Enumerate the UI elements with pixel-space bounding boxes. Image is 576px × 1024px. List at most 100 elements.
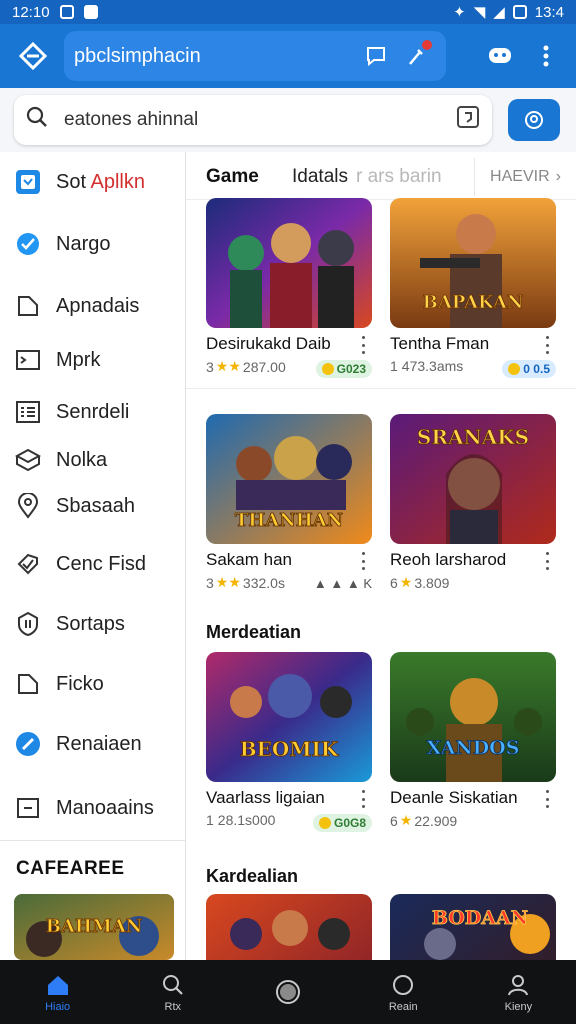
file-icon — [14, 670, 42, 698]
star-icon: ★★ — [215, 358, 241, 374]
game-title: Reoh larsharod — [390, 550, 507, 569]
sidebar-section-title: CAFEAREE — [16, 858, 125, 879]
more-options-icon[interactable] — [358, 336, 368, 354]
mic-icon[interactable] — [396, 36, 436, 76]
game-card[interactable]: Desirukakd Daib 3 ★★ 287.00 G023 — [206, 198, 372, 378]
sidebar-item-mprk[interactable]: Mprk — [0, 336, 185, 384]
sidebar-item-sortaps[interactable]: Sortaps — [0, 600, 185, 648]
terminal-icon — [14, 346, 42, 374]
sidebar-item-apnadais[interactable]: Apnadais — [0, 282, 185, 330]
store-icon — [14, 168, 42, 196]
game-art: BAPAKAN — [390, 198, 556, 328]
sidebar-item-manoaains[interactable]: Manoaains — [0, 784, 185, 832]
sidebar-item-renaiaen[interactable]: Renaiaen — [0, 720, 185, 768]
nav-search[interactable]: Rtx — [115, 960, 230, 1024]
game-art: BODAAN — [390, 894, 556, 960]
sidebar-item-label: Cenc Fisd — [56, 552, 147, 575]
row-divider — [186, 388, 576, 389]
voice-search-button[interactable] — [508, 99, 560, 141]
game-meta: 6 ★ 22.909 — [390, 812, 457, 829]
search-query: eatones ahinnal — [64, 109, 199, 130]
sidebar-item-ficko[interactable]: Ficko — [0, 660, 185, 708]
game-art-text: XANDOS — [427, 737, 520, 759]
sidebar-item-senrdeli[interactable]: Senrdeli — [0, 388, 185, 436]
nav-profile[interactable]: Kieny — [461, 960, 576, 1024]
scan-icon[interactable] — [456, 105, 480, 135]
rating-prefix: 6 — [390, 812, 398, 829]
nav-center[interactable] — [230, 960, 345, 1024]
nav-reain[interactable]: Reain — [346, 960, 461, 1024]
more-options-icon[interactable] — [358, 552, 368, 570]
sidebar-item-label: Mprk — [56, 348, 101, 371]
game-card[interactable] — [206, 894, 372, 960]
coin-icon — [321, 363, 334, 375]
rating-prefix: 3 — [206, 358, 214, 375]
sidebar-item-label: Ficko — [56, 672, 104, 695]
more-options-icon[interactable] — [542, 552, 552, 570]
tab-game[interactable]: Game — [206, 166, 259, 188]
game-art-text: THANHAN — [235, 510, 343, 531]
notification-icon — [59, 5, 74, 19]
sidebar-item-cenc-fisd[interactable]: Cenc Fisd — [0, 540, 185, 588]
sidebar-item-sbasaah[interactable]: Sbasaah — [0, 482, 185, 530]
game-card[interactable]: BEOMIK Vaarlass ligaian 1 28.1s000 G0G8 — [206, 652, 372, 832]
sidebar: Sot Apllkn Nargo Apnadais Mprk Senrdeli … — [0, 152, 186, 960]
more-menu-icon[interactable] — [526, 36, 566, 76]
game-card[interactable]: BAPAKAN Tentha Fman 1 473.3ams 0 0.5 — [390, 198, 556, 378]
tab-ars-barin[interactable]: r ars barin — [356, 166, 442, 188]
star-icon: ★★ — [215, 574, 241, 590]
game-card[interactable]: BODAAN — [390, 894, 556, 960]
game-meta: 3 ★★ 332.0s — [206, 574, 285, 591]
game-art-text: BAPAKAN — [423, 292, 524, 313]
game-meta: 6 ★ 3.809 — [390, 574, 449, 591]
discord-icon[interactable] — [480, 36, 520, 76]
more-options-icon[interactable] — [542, 790, 552, 808]
game-card[interactable]: THANHAN Sakam han 3 ★★ 332.0s ▲ ▲ ▲ K — [206, 414, 372, 591]
more-options-icon[interactable] — [358, 790, 368, 808]
battery-icon — [512, 5, 527, 19]
game-title: Sakam han — [206, 550, 292, 569]
sidebar-item-store[interactable]: Sot Apllkn — [0, 158, 185, 206]
status-right-time: 13:4 — [534, 3, 564, 21]
nav-label: Reain — [388, 1000, 418, 1013]
game-card[interactable]: SRANAKS Reoh larsharod 6 ★ 3.809 — [390, 414, 556, 591]
person-icon — [505, 972, 531, 998]
more-options-icon[interactable] — [542, 336, 552, 354]
rating-count: 3.809 — [414, 574, 450, 591]
badge-label: G023 — [336, 362, 366, 376]
app-notification-icon — [83, 5, 98, 19]
app-bar: pbclsimphacin — [0, 24, 576, 88]
tab-more-button[interactable]: HAEVIR › — [474, 158, 576, 196]
game-meta: 1 473.3ams — [390, 358, 463, 374]
search-input[interactable]: eatones ahinnal — [14, 95, 492, 145]
rating-prefix: 1 — [390, 358, 398, 374]
search-row: eatones ahinnal — [0, 88, 576, 152]
home-icon — [45, 972, 71, 998]
rating-prefix: 1 — [206, 812, 214, 828]
game-card[interactable]: XANDOS Deanle Siskatian 6 ★ 22.909 — [390, 652, 556, 829]
category-thumbnail[interactable]: BAHMAN — [14, 894, 174, 960]
sidebar-item-label: Sbasaah — [56, 494, 135, 517]
sidebar-item-label: Senrdeli — [56, 400, 130, 423]
app-search-bar[interactable]: pbclsimphacin — [64, 31, 446, 81]
rating-count: 22.909 — [414, 812, 458, 829]
tab-idatals[interactable]: Idatals — [292, 166, 348, 188]
badge-label: 0 0.5 — [523, 362, 550, 376]
status-bar: 12:10 ✦ ◥ ◢ 13:4 — [0, 0, 576, 24]
tab-more-label: HAEVIR — [490, 168, 550, 185]
location-pin-icon — [14, 492, 42, 520]
price-badge: 0 0.5 — [502, 360, 556, 378]
section-title: Merdeatian — [206, 622, 302, 642]
sidebar-item-nolka[interactable]: Nolka — [0, 436, 185, 484]
nav-home[interactable]: Hiaio — [0, 960, 115, 1024]
app-logo-icon[interactable] — [10, 33, 56, 79]
chat-icon[interactable] — [356, 36, 396, 76]
box-icon — [14, 446, 42, 474]
tag-icon — [14, 550, 42, 578]
sidebar-item-nargo[interactable]: Nargo — [0, 220, 185, 268]
badge-label: G0G8 — [333, 816, 366, 830]
game-title: Vaarlass ligaian — [206, 788, 325, 807]
search-icon — [160, 972, 186, 998]
sidebar-item-label: Manoaains — [56, 796, 154, 819]
game-art-text: BODAAN — [432, 907, 528, 929]
